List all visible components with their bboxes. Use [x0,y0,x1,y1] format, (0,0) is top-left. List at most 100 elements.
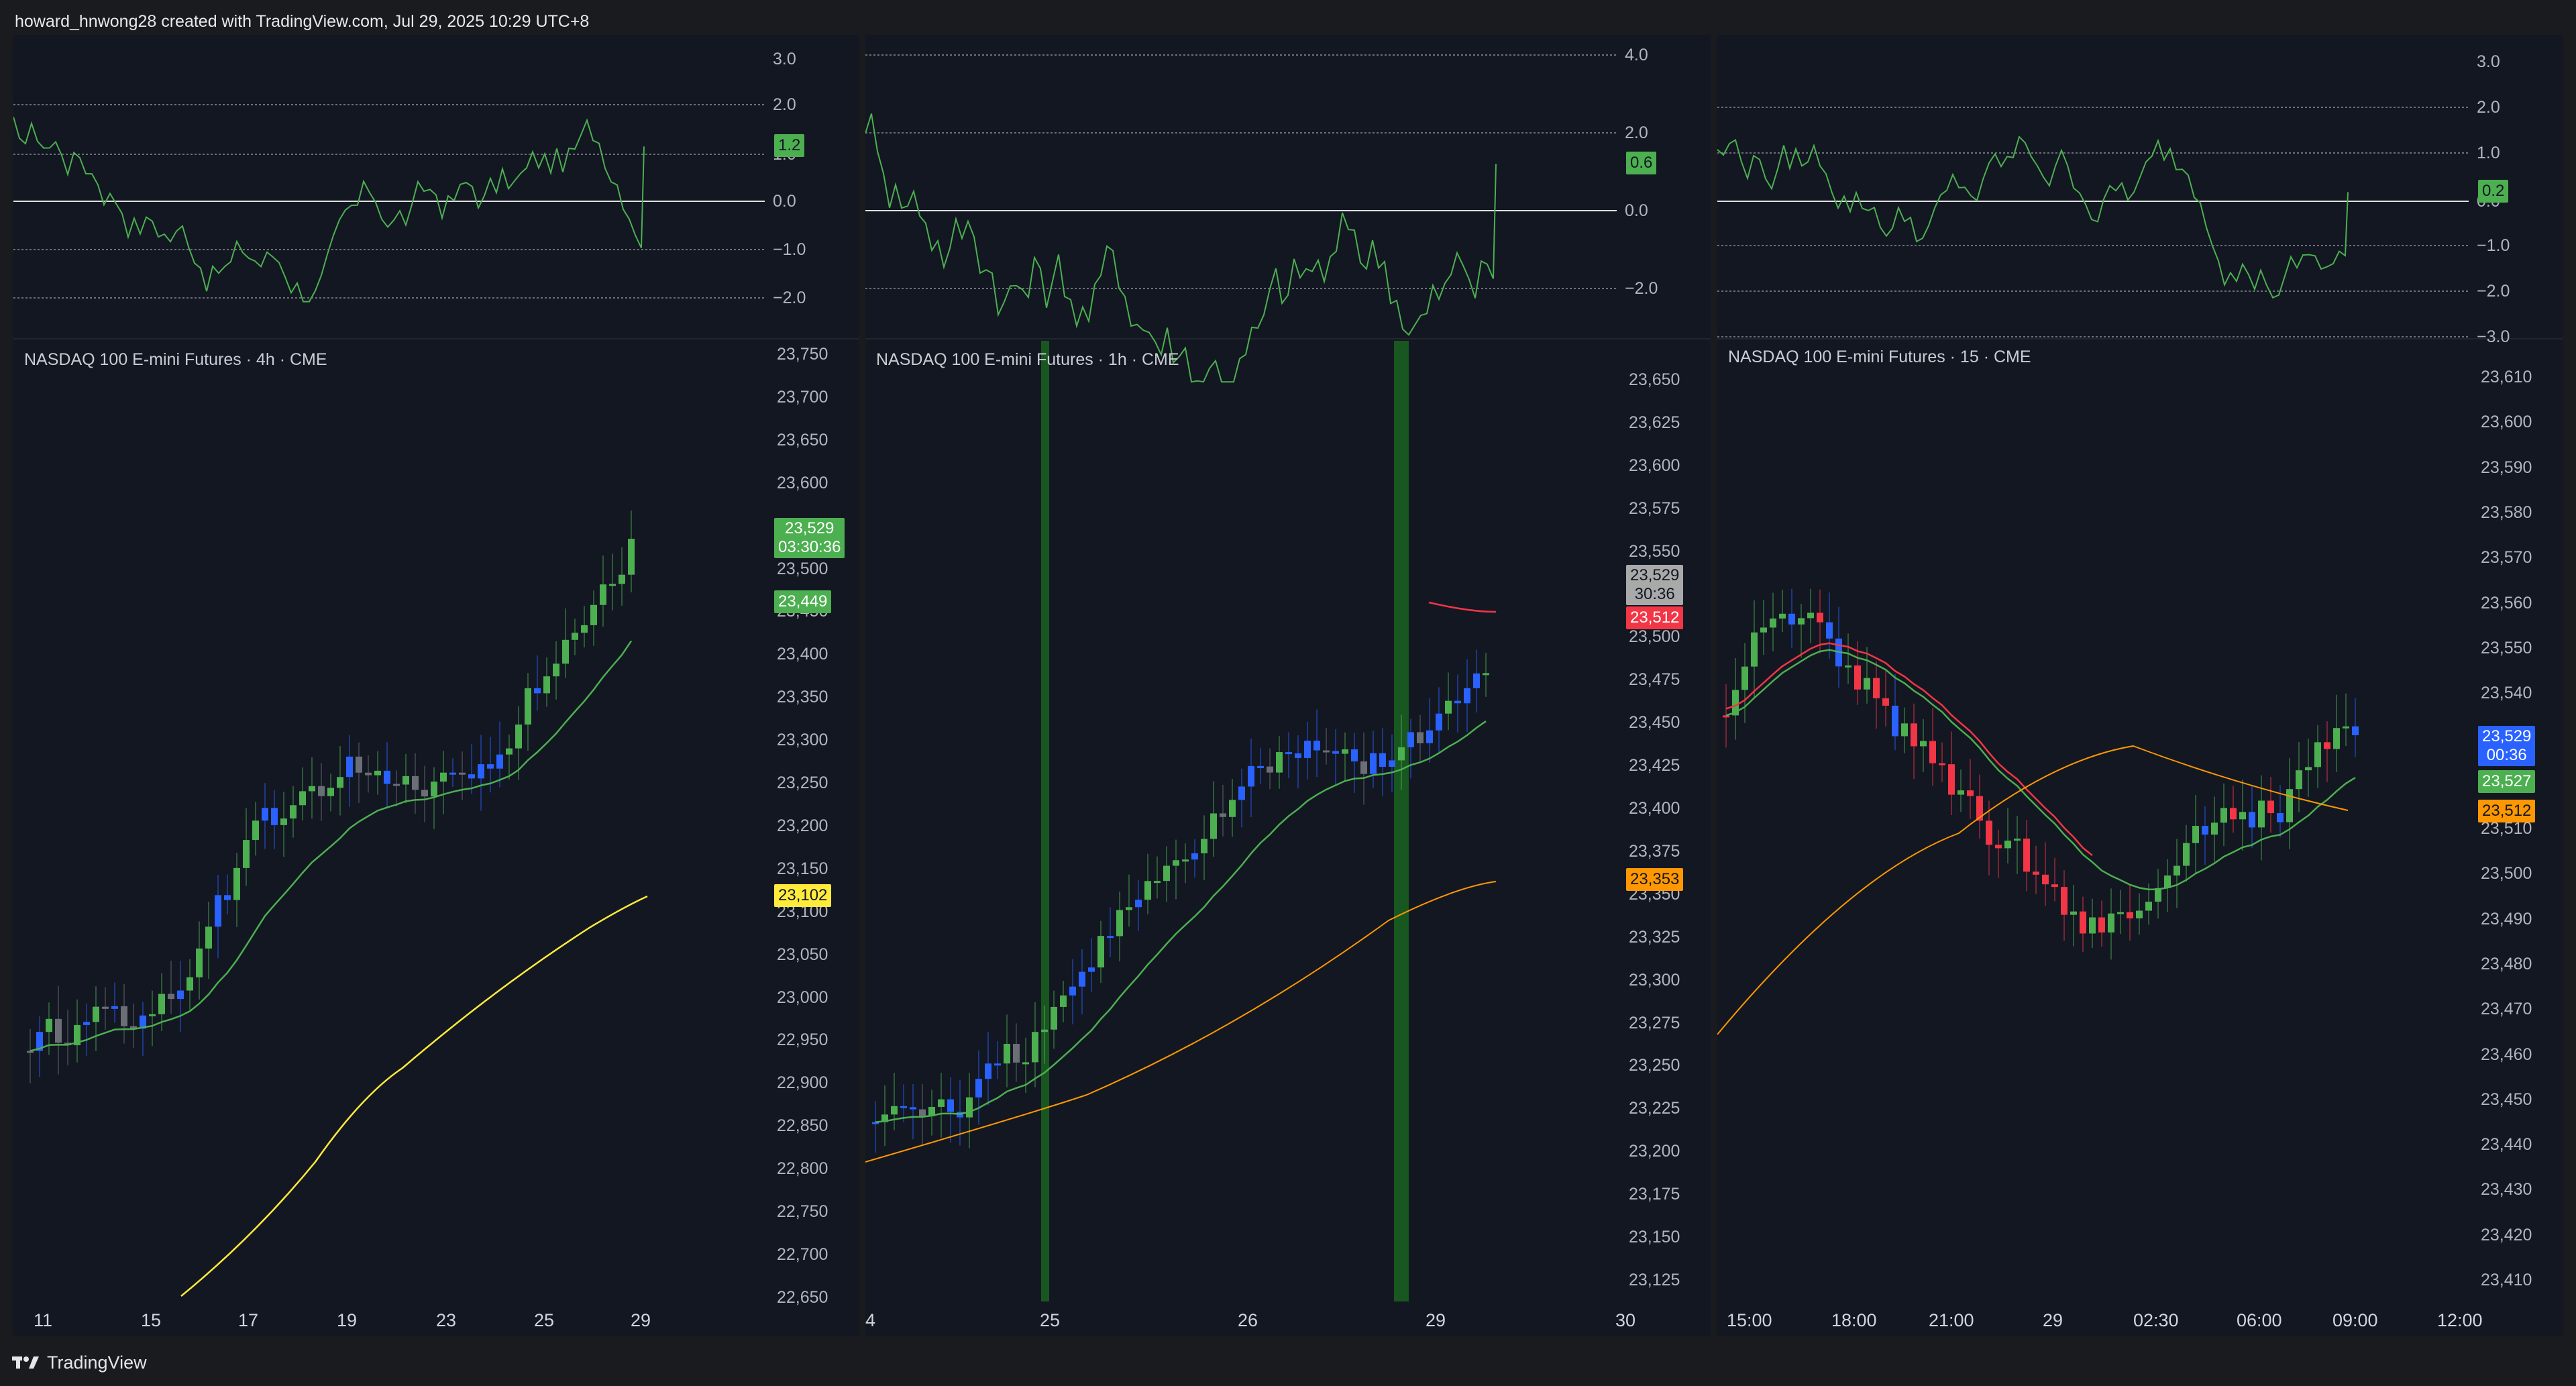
candle-body [168,994,174,1000]
candle-body [1798,618,1805,625]
candle-body [393,784,400,786]
candle-body [2080,911,2086,934]
candle-body [572,633,578,640]
candle-body [1267,766,1273,773]
candle-body [2023,839,2030,872]
candle-body [2070,911,2077,915]
price-axis-label: 22,750 [777,1202,828,1221]
oscillator-value-badge: 1.2 [774,134,805,158]
candle-body [534,688,541,694]
candle-body [1957,790,1964,795]
candle-body [449,772,456,775]
candle-body [299,791,306,806]
price-axis-label: 23,470 [2481,1000,2532,1019]
oscillator-tick-label: 2.0 [2477,98,2500,117]
symbol-title[interactable]: NASDAQ 100 E-mini Futures · 4h · CME [24,350,327,370]
price-badge: 23,102 [774,884,832,907]
candle-body [1295,753,1301,758]
candle-body [2249,812,2255,828]
price-badge: 23,529 00:36 [2478,726,2536,766]
candle-body [506,748,513,755]
candle-body [2061,887,2068,915]
price-axis-label: 23,200 [777,816,828,835]
candle-body [1995,845,2002,849]
candle-body [581,625,588,633]
time-axis-label: 12:00 [2437,1310,2483,1330]
candle-body [1873,678,1880,698]
candle-body [1741,666,1748,690]
symbol-title[interactable]: NASDAQ 100 E-mini Futures · 1h · CME [876,350,1179,370]
time-axis-label: 09:00 [2332,1310,2378,1330]
chart-panel-1h[interactable]: NASDAQ 100 E-mini Futures · 1h · CME 4.0… [865,35,1711,1336]
candle-body [2277,813,2284,822]
candle-body [1426,730,1433,743]
symbol-title[interactable]: NASDAQ 100 E-mini Futures · 15 · CME [1728,348,2031,367]
price-axis-label: 22,650 [777,1287,828,1307]
price-badge: 23,512 [1626,606,1684,629]
price-axis-label: 23,150 [1629,1228,1680,1246]
candle-body [1229,800,1236,817]
candle-body [346,756,353,778]
chart-canvas[interactable] [865,35,1711,1336]
chart-canvas[interactable] [1717,35,2563,1336]
chart-panel-15m[interactable]: NASDAQ 100 E-mini Futures · 15 · CME 3.0… [1717,35,2563,1336]
candle-body [543,676,550,694]
candle-body [2004,841,2011,849]
price-axis-label: 23,480 [2481,954,2532,973]
candle-body [1770,618,1776,628]
chart-panel-4h[interactable]: NASDAQ 100 E-mini Futures · 4h · CME 3.0… [13,35,859,1336]
candle-body [1022,1062,1029,1065]
time-axis-label: 15 [141,1310,162,1330]
candle-body [609,584,616,586]
price-axis-label: 23,275 [1629,1013,1680,1032]
oscillator-tick-label: 2.0 [1625,123,1648,142]
price-axis-label: 23,600 [777,473,828,492]
candle-body [318,786,325,796]
candle-body [1182,859,1189,862]
price-axis-label: 23,650 [1629,370,1680,389]
candle-body [1041,1029,1048,1032]
oscillator-tick-label: 0.0 [1625,201,1648,220]
price-axis-label: 22,700 [777,1244,828,1264]
price-badge: 23,529 30:36 [1626,565,1684,605]
candle-body [55,1018,62,1043]
candle-body [590,604,597,625]
candle-body [985,1063,991,1079]
price-axis-label: 23,750 [777,345,828,364]
candle-body [1779,613,1786,619]
candle-body [2192,825,2199,843]
price-badge-value: 23,353 [1630,870,1680,888]
candle-body [1854,665,1861,690]
chart-canvas[interactable] [13,35,859,1336]
candle-body [478,764,484,779]
price-axis-label: 22,950 [777,1030,828,1050]
candle-body [1882,698,1889,706]
oscillator-tick-label: −3.0 [2477,327,2510,346]
candle-body [365,772,372,776]
price-axis-label: 23,410 [2481,1271,2532,1289]
candle-body [2314,742,2321,767]
candle-body [1060,995,1067,1007]
candle-body [1126,907,1132,910]
candle-body [1920,741,1927,747]
time-axis-label: 18:00 [1831,1310,1877,1330]
candle-body [1948,764,1955,795]
time-axis-label: 29 [631,1310,651,1330]
candle-body [1191,853,1198,860]
candle-body [1845,665,1851,668]
session-highlight [1041,341,1049,1301]
candle-body [1901,723,1908,737]
candle-body [1323,750,1330,753]
oscillator-tick-label: 1.0 [2477,144,2500,162]
price-axis-label: 23,570 [2481,548,2532,568]
price-axis-label: 23,400 [1629,799,1680,818]
candle-body [186,977,193,991]
footer-branding: TradingView [12,1347,147,1378]
candle-body [600,584,606,605]
price-badge: 23,449 [774,590,832,613]
oscillator-tick-label: 3.0 [2477,52,2500,71]
candle-body [402,776,409,785]
candle-body [1436,713,1442,731]
oscillator-tick-label: −2.0 [1625,279,1658,298]
candle-body [2033,871,2039,875]
